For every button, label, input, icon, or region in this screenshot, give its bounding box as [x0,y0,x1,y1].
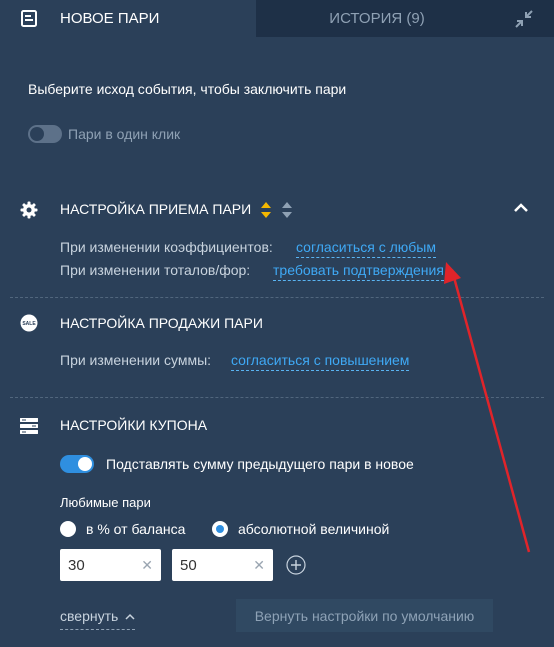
toggle-knob [78,457,92,471]
gear-icon [20,201,38,219]
odds-change-label: При изменении коэффициентов: [60,239,273,255]
clear-icon[interactable]: ✕ [141,557,153,573]
document-icon [21,10,37,27]
annotation-arrow [444,262,531,553]
acceptance-settings-title: НАСТРОЙКА ПРИЕМА ПАРИ [60,201,252,217]
radio-absolute-value[interactable] [212,521,228,537]
clear-icon[interactable]: ✕ [253,557,265,573]
collapse-link[interactable]: свернуть [60,608,135,630]
sort-icon[interactable] [260,201,296,219]
favorite-amount-input-1[interactable] [68,549,138,581]
odds-change-link[interactable]: согласиться с любым [296,239,436,258]
favorite-amount-field-2: ✕ [172,549,273,581]
instruction-text: Выберите исход события, чтобы заключить … [28,81,347,97]
tab-new-bet-label: НОВОЕ ПАРИ [60,10,160,27]
chevron-up-icon [125,613,135,620]
one-click-toggle[interactable] [28,125,62,143]
collapse-arrows-icon [515,10,533,28]
chevron-up-icon[interactable] [513,203,529,213]
radio-percent-balance[interactable] [60,521,76,537]
one-click-label: Пари в один клик [68,126,181,142]
favorite-bets-title: Любимые пари [60,495,151,510]
radio-percent-balance-label: в % от баланса [86,521,186,537]
radio-absolute-value-label: абсолютной величиной [238,521,390,537]
tab-new-bet[interactable]: НОВОЕ ПАРИ [0,0,256,37]
totals-change-label: При изменении тоталов/фор: [60,262,251,278]
favorite-amount-input-2[interactable] [180,549,250,581]
collapse-panel-button[interactable] [498,0,554,37]
tab-history-label: ИСТОРИЯ (9) [329,10,425,27]
toggle-knob [30,127,44,141]
prefill-amount-toggle[interactable] [60,455,94,473]
amount-change-label: При изменении суммы: [60,352,212,368]
sale-icon: SALE [20,314,38,332]
add-amount-icon[interactable] [286,555,306,575]
radio-selected-dot [216,525,224,533]
amount-change-link[interactable]: согласиться с повышением [231,352,410,371]
favorite-amount-field-1: ✕ [60,549,161,581]
prefill-amount-label: Подставлять сумму предыдущего пари в нов… [106,456,414,472]
svg-text:SALE: SALE [22,321,36,327]
totals-change-link[interactable]: требовать подтверждения [273,262,444,281]
sale-settings-title: НАСТРОЙКА ПРОДАЖИ ПАРИ [60,315,263,331]
coupon-settings-icon [20,418,38,434]
collapse-label: свернуть [60,608,119,624]
tab-history[interactable]: ИСТОРИЯ (9) [256,0,498,37]
coupon-settings-title: НАСТРОЙКИ КУПОНА [60,417,208,433]
reset-defaults-button[interactable]: Вернуть настройки по умолчанию [236,599,493,632]
tab-bar: НОВОЕ ПАРИ ИСТОРИЯ (9) [0,0,554,37]
